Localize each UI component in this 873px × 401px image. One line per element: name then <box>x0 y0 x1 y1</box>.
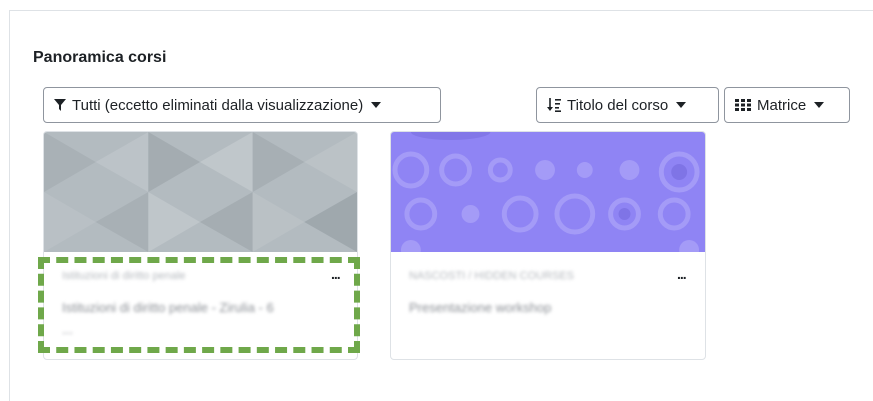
course-name-link[interactable]: Istituzioni di diritto penale - Zirulia … <box>62 297 282 341</box>
section-title: Panoramica corsi <box>33 49 167 66</box>
course-image[interactable] <box>391 132 705 252</box>
sort-dropdown-button[interactable]: Titolo del corso <box>536 87 719 123</box>
more-actions-icon[interactable]: ... <box>331 266 341 282</box>
course-image[interactable] <box>44 132 357 252</box>
course-card[interactable]: Istituzioni di diritto penale Istituzion… <box>43 131 358 360</box>
course-card[interactable]: NASCOSTI / HIDDEN COURSES Presentazione … <box>390 131 706 360</box>
sort-icon <box>547 98 561 112</box>
filter-icon <box>54 99 66 111</box>
more-actions-icon[interactable]: ... <box>677 266 687 282</box>
chevron-down-icon <box>814 102 825 108</box>
course-name-link[interactable]: Presentazione workshop <box>409 297 629 319</box>
course-category: NASCOSTI / HIDDEN COURSES <box>409 270 575 282</box>
grid-icon <box>735 99 751 111</box>
view-label: Matrice <box>757 96 807 114</box>
view-dropdown-button[interactable]: Matrice <box>724 87 850 123</box>
filter-dropdown-button[interactable]: Tutti (eccetto eliminati dalla visualizz… <box>43 87 441 123</box>
chevron-down-icon <box>676 102 687 108</box>
course-category: Istituzioni di diritto penale <box>62 270 186 282</box>
sort-label: Titolo del corso <box>567 96 669 114</box>
chevron-down-icon <box>371 102 382 108</box>
filter-label: Tutti (eccetto eliminati dalla visualizz… <box>72 96 364 114</box>
